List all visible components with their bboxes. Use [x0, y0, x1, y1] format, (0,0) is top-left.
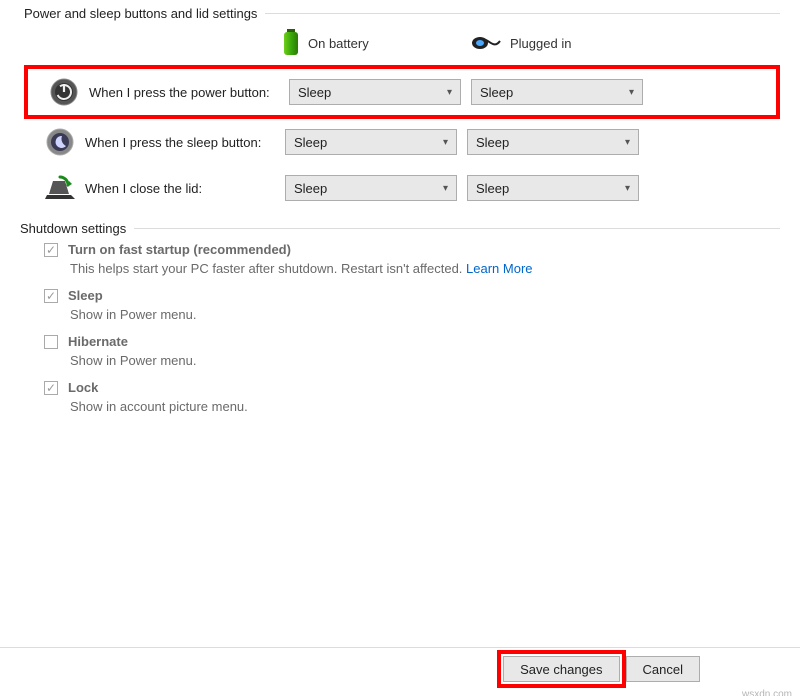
save-changes-button[interactable]: Save changes — [503, 656, 619, 682]
checkbox-fast-startup[interactable] — [44, 243, 58, 257]
checkbox-lock[interactable] — [44, 381, 58, 395]
sleep-desc: Show in Power menu. — [70, 307, 780, 322]
fast-startup-desc: This helps start your PC faster after sh… — [70, 261, 780, 276]
close-lid-battery-select[interactable]: Sleep ▾ — [285, 175, 457, 201]
select-value: Sleep — [476, 135, 509, 150]
hibernate-title: Hibernate — [68, 334, 128, 349]
chevron-down-icon: ▾ — [443, 183, 448, 194]
power-button-battery-select[interactable]: Sleep ▾ — [289, 79, 461, 105]
column-pluggedin-label: Plugged in — [510, 36, 571, 51]
chevron-down-icon: ▾ — [443, 137, 448, 148]
shutdown-item-fast-startup: Turn on fast startup (recommended) This … — [44, 242, 780, 276]
battery-icon — [282, 29, 300, 57]
chevron-down-icon: ▾ — [625, 137, 630, 148]
footer-buttons: Save changes Cancel — [497, 650, 700, 688]
section-divider — [265, 13, 780, 14]
fast-startup-desc-text: This helps start your PC faster after sh… — [70, 261, 466, 276]
chevron-down-icon: ▾ — [447, 87, 452, 98]
close-lid-plugged-select[interactable]: Sleep ▾ — [467, 175, 639, 201]
lock-title: Lock — [68, 380, 98, 395]
power-button-icon — [49, 77, 79, 107]
chevron-down-icon: ▾ — [625, 183, 630, 194]
checkbox-hibernate[interactable] — [44, 335, 58, 349]
sleep-title: Sleep — [68, 288, 103, 303]
section-divider — [134, 228, 780, 229]
column-headers: On battery Plugged in — [24, 29, 780, 57]
select-value: Sleep — [298, 85, 331, 100]
sleep-button-plugged-select[interactable]: Sleep ▾ — [467, 129, 639, 155]
sleep-button-battery-select[interactable]: Sleep ▾ — [285, 129, 457, 155]
row-sleep-button-label: When I press the sleep button: — [85, 135, 285, 150]
select-value: Sleep — [480, 85, 513, 100]
select-value: Sleep — [294, 181, 327, 196]
hibernate-desc: Show in Power menu. — [70, 353, 780, 368]
fast-startup-title: Turn on fast startup (recommended) — [68, 242, 291, 257]
checkbox-sleep[interactable] — [44, 289, 58, 303]
footer-divider — [0, 647, 800, 648]
shutdown-item-sleep: Sleep Show in Power menu. — [44, 288, 780, 322]
plug-icon — [472, 34, 502, 52]
power-lid-section-heading: Power and sleep buttons and lid settings — [24, 6, 780, 21]
cancel-button[interactable]: Cancel — [626, 656, 700, 682]
lock-desc: Show in account picture menu. — [70, 399, 780, 414]
select-value: Sleep — [294, 135, 327, 150]
chevron-down-icon: ▾ — [629, 87, 634, 98]
save-button-highlight: Save changes — [497, 650, 625, 688]
power-lid-section-title: Power and sleep buttons and lid settings — [24, 6, 265, 21]
sleep-button-icon — [45, 127, 75, 157]
row-sleep-button: When I press the sleep button: Sleep ▾ S… — [24, 119, 780, 165]
watermark: wsxdn.com — [742, 689, 792, 696]
shutdown-item-lock: Lock Show in account picture menu. — [44, 380, 780, 414]
row-close-lid: When I close the lid: Sleep ▾ Sleep ▾ — [24, 165, 780, 211]
row-close-lid-label: When I close the lid: — [85, 181, 285, 196]
learn-more-link[interactable]: Learn More — [466, 261, 532, 276]
shutdown-section-title: Shutdown settings — [20, 221, 134, 236]
power-button-plugged-select[interactable]: Sleep ▾ — [471, 79, 643, 105]
laptop-lid-icon — [45, 173, 75, 203]
row-power-button: When I press the power button: Sleep ▾ S… — [24, 65, 780, 119]
shutdown-section-heading: Shutdown settings — [20, 221, 780, 236]
select-value: Sleep — [476, 181, 509, 196]
column-battery-label: On battery — [308, 36, 369, 51]
row-power-button-label: When I press the power button: — [89, 85, 289, 100]
shutdown-item-hibernate: Hibernate Show in Power menu. — [44, 334, 780, 368]
